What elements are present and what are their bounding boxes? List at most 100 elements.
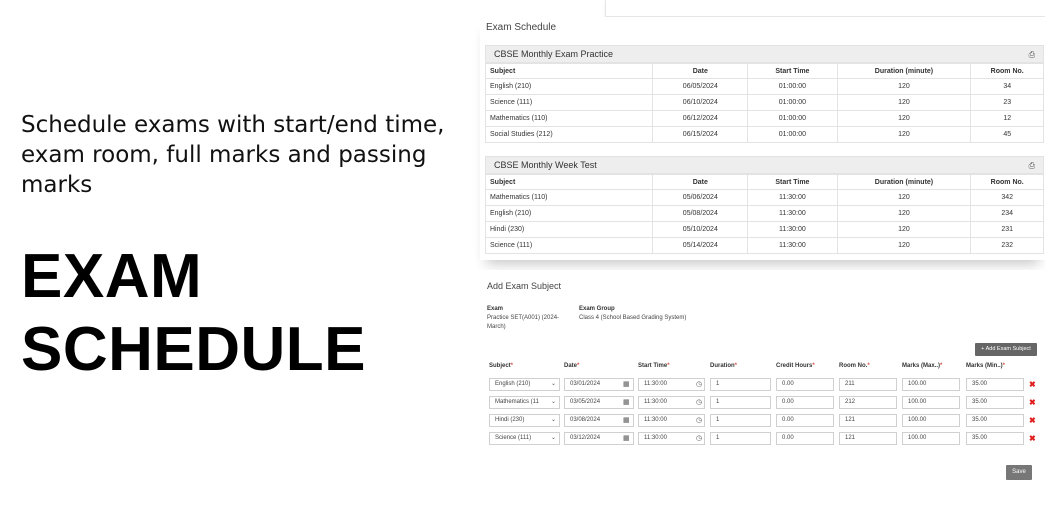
table-cell: 05/14/2024	[652, 237, 749, 254]
column-header: Start Time	[747, 174, 838, 190]
start-time-input[interactable]: 11:30:00	[638, 378, 705, 391]
delete-icon[interactable]: ✖	[1029, 378, 1036, 391]
subject-select[interactable]: English (210)	[489, 378, 560, 391]
printer-icon[interactable]: ⎙	[1029, 161, 1035, 171]
exam-label: Exam	[487, 306, 504, 312]
header-marks-max: Marks (Max..)*	[902, 363, 943, 369]
subject-select[interactable]: Science (111)	[489, 432, 560, 445]
add-exam-subject-button[interactable]: + Add Exam Subject	[975, 343, 1037, 356]
promo-title: EXAM SCHEDULE	[21, 242, 367, 384]
column-header: Date	[652, 174, 749, 190]
calendar-icon[interactable]: ▦	[623, 432, 630, 445]
exam-value: Practice SET(A001) (2024-March)	[487, 315, 560, 330]
room-no-input[interactable]: 211	[839, 378, 897, 391]
table-cell: 06/10/2024	[652, 94, 749, 111]
duration-input[interactable]: 1	[710, 396, 771, 409]
table-cell: 11:30:00	[747, 221, 838, 238]
column-header: Duration (minute)	[836, 174, 972, 190]
calendar-icon[interactable]: ▦	[623, 414, 630, 427]
credit-hours-input[interactable]: 0.00	[776, 378, 834, 391]
table-cell: 05/10/2024	[652, 221, 749, 238]
delete-icon[interactable]: ✖	[1029, 414, 1036, 427]
delete-icon[interactable]: ✖	[1029, 432, 1036, 445]
table-cell: Science (111)	[484, 237, 654, 254]
calendar-icon[interactable]: ▦	[623, 378, 630, 391]
subject-row: Science (111) ⌄ 03/12/2024 ▦ 11:30:00 ◷ 1 0.00 1…	[480, 432, 1045, 446]
marks-min-input[interactable]: 35.00	[966, 432, 1024, 445]
marks-min-input[interactable]: 35.00	[966, 414, 1024, 427]
table-cell: 120	[836, 189, 972, 206]
column-header: Subject	[484, 63, 654, 79]
schedule-table: Subject Date Start Time Duration (minute) Ro…	[484, 63, 1044, 143]
credit-hours-input[interactable]: 0.00	[776, 432, 834, 445]
table-cell: 11:30:00	[747, 205, 838, 222]
table-cell: 120	[836, 221, 972, 238]
save-button[interactable]: Save	[1006, 465, 1032, 480]
subject-row: English (210) ⌄ 03/01/2024 ▦ 11:30:00 ◷ 1 0.00 2…	[480, 378, 1045, 392]
subject-row: Hindi (230) ⌄ 03/08/2024 ▦ 11:30:00 ◷ 1 0.00 121…	[480, 414, 1045, 428]
schedule-group-name: CBSE Monthly Week Test	[494, 160, 597, 170]
start-time-input[interactable]: 11:30:00	[638, 432, 705, 445]
schedule-group-header: CBSE Monthly Exam Practice ⎙	[485, 45, 1044, 63]
schedule-group-name: CBSE Monthly Exam Practice	[494, 49, 614, 59]
marks-max-input[interactable]: 100.00	[902, 396, 960, 409]
table-header-row: Subject Date Start Time Duration (minute) Ro…	[484, 63, 1044, 79]
subject-select[interactable]: Hindi (230)	[489, 414, 560, 427]
delete-icon[interactable]: ✖	[1029, 396, 1036, 409]
chevron-down-icon: ⌄	[551, 381, 557, 387]
table-cell: English (210)	[484, 78, 654, 95]
table-row: Social Studies (212) 06/15/2024 01:00:00 12…	[484, 126, 1044, 143]
top-panel-fragment	[605, 0, 1045, 17]
clock-icon[interactable]: ◷	[696, 414, 702, 427]
room-no-input[interactable]: 121	[839, 432, 897, 445]
marks-max-input[interactable]: 100.00	[902, 414, 960, 427]
start-time-input[interactable]: 11:30:00	[638, 396, 705, 409]
table-cell: 05/06/2024	[652, 189, 749, 206]
room-no-input[interactable]: 121	[839, 414, 897, 427]
calendar-icon[interactable]: ▦	[623, 396, 630, 409]
table-row: Mathematics (110) 05/06/2024 11:30:00 120 34…	[484, 189, 1044, 206]
marks-max-input[interactable]: 100.00	[902, 378, 960, 391]
clock-icon[interactable]: ◷	[696, 432, 702, 445]
column-header: Subject	[484, 174, 654, 190]
exam-group-value: Class 4 (School Based Grading System)	[579, 315, 687, 321]
table-row: English (210) 06/05/2024 01:00:00 120 34	[484, 78, 1044, 95]
marks-min-input[interactable]: 35.00	[966, 396, 1024, 409]
table-cell: 01:00:00	[747, 126, 838, 143]
table-cell: 05/08/2024	[652, 205, 749, 222]
printer-icon[interactable]: ⎙	[1029, 50, 1035, 60]
table-cell: 342	[970, 189, 1044, 206]
duration-input[interactable]: 1	[710, 414, 771, 427]
header-room-no: Room No.*	[839, 363, 870, 369]
credit-hours-input[interactable]: 0.00	[776, 396, 834, 409]
clock-icon[interactable]: ◷	[696, 396, 702, 409]
header-credit-hours: Credit Hours*	[776, 363, 815, 369]
chevron-down-icon: ⌄	[551, 399, 557, 405]
marks-max-input[interactable]: 100.00	[902, 432, 960, 445]
table-cell: 45	[970, 126, 1044, 143]
schedule-group-header: CBSE Monthly Week Test ⎙	[485, 156, 1044, 174]
exam-group-label: Exam Group	[579, 306, 615, 312]
header-start-time: Start Time*	[638, 363, 670, 369]
table-header-row: Subject Date Start Time Duration (minute) Ro…	[484, 174, 1044, 190]
duration-input[interactable]: 1	[710, 432, 771, 445]
start-time-input[interactable]: 11:30:00	[638, 414, 705, 427]
exam-group-info: Exam Group Class 4 (School Based Grading…	[579, 305, 739, 323]
table-row: Mathematics (110) 06/12/2024 01:00:00 120 12	[484, 110, 1044, 127]
table-cell: Mathematics (110)	[484, 189, 654, 206]
chevron-down-icon: ⌄	[551, 435, 557, 441]
clock-icon[interactable]: ◷	[696, 378, 702, 391]
table-cell: Hindi (230)	[484, 221, 654, 238]
marks-min-input[interactable]: 35.00	[966, 378, 1024, 391]
duration-input[interactable]: 1	[710, 378, 771, 391]
promo-section: Schedule exams with start/end time, exam…	[21, 110, 471, 386]
subject-select[interactable]: Mathematics (11	[489, 396, 560, 409]
table-cell: 120	[836, 110, 972, 127]
credit-hours-input[interactable]: 0.00	[776, 414, 834, 427]
room-no-input[interactable]: 212	[839, 396, 897, 409]
table-cell: 120	[836, 78, 972, 95]
header-duration: Duration*	[710, 363, 738, 369]
table-cell: 01:00:00	[747, 110, 838, 127]
exam-schedule-card: Exam Schedule CBSE Monthly Exam Practice…	[480, 17, 1045, 260]
table-cell: 01:00:00	[747, 78, 838, 95]
